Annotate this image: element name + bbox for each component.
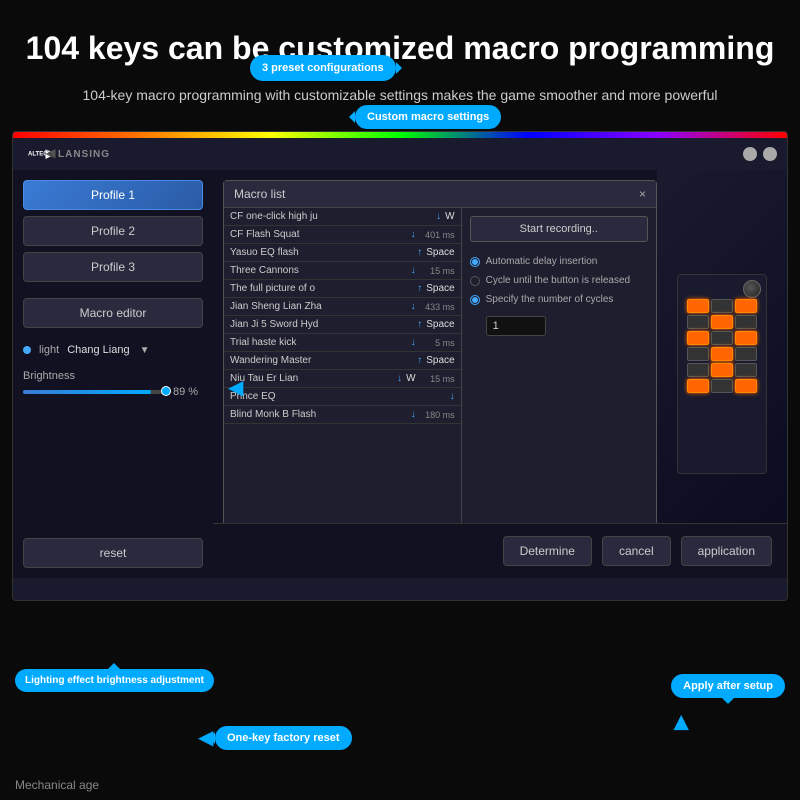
list-item[interactable]: Jian Sheng Lian Zha ↓ 433 ms (224, 298, 461, 316)
profile-3-button[interactable]: Profile 3 (23, 252, 203, 282)
light-section: light Chang Liang ▼ (23, 344, 203, 356)
sub-title: 104-key macro programming with customiza… (20, 85, 780, 106)
reset-annotation: One-key factory reset (215, 726, 352, 750)
key-cap (687, 347, 709, 361)
key-cap (687, 299, 709, 313)
radio-cycle[interactable]: Cycle until the button is released (470, 275, 648, 286)
macro-list-items[interactable]: CF one-click high ju ↓ W CF Flash Squat … (224, 208, 461, 546)
logo-text: LANSING (58, 149, 110, 160)
custom-annotation: Custom macro settings (355, 105, 501, 129)
list-item[interactable]: CF one-click high ju ↓ W (224, 208, 461, 226)
list-item[interactable]: Trial haste kick ↓ 5 ms (224, 334, 461, 352)
list-item[interactable]: CF Flash Squat ↓ 401 ms (224, 226, 461, 244)
profile-2-button[interactable]: Profile 2 (23, 216, 203, 246)
bottom-area: Determine cancel application (213, 523, 787, 578)
reset-arrow-icon: ◀ (198, 725, 213, 750)
window-content: Profile 1 Profile 2 Profile 3 Macro edit… (13, 170, 787, 578)
window-controls[interactable] (743, 147, 777, 161)
radio-automatic[interactable]: Automatic delay insertion (470, 256, 648, 267)
brightness-label: Brightness (23, 370, 203, 382)
radio-specify-circle (470, 295, 480, 305)
window-logo: ALTEC LANSING (23, 144, 110, 164)
dialog-close-button[interactable]: × (639, 187, 646, 201)
apply-annotation: Apply after setup (671, 674, 785, 698)
brightness-fill (23, 390, 151, 394)
key-cap (687, 315, 709, 329)
cancel-button[interactable]: cancel (602, 536, 671, 566)
start-recording-button[interactable]: Start recording.. (470, 216, 648, 242)
preset-annotation: 3 preset configurations (250, 55, 396, 81)
list-item[interactable]: Prince EQ ↓ (224, 388, 461, 406)
key-cap (711, 379, 733, 393)
brightness-row: 89 % (23, 386, 203, 398)
key-cap (711, 331, 733, 345)
svg-text:ALTEC: ALTEC (28, 152, 48, 158)
close-button[interactable] (763, 147, 777, 161)
list-item[interactable]: Three Cannons ↓ 15 ms (224, 262, 461, 280)
list-item[interactable]: Yasuo EQ flash ↑ Space (224, 244, 461, 262)
key-cap (711, 363, 733, 377)
radio-automatic-circle (470, 257, 480, 267)
key-cap (687, 379, 709, 393)
application-button[interactable]: application (681, 536, 772, 566)
key-cap (735, 379, 757, 393)
radio-cycle-label: Cycle until the button is released (486, 275, 631, 286)
footer-text: Mechanical age (15, 778, 99, 792)
preset-arrow-icon: ◀ (228, 375, 243, 400)
light-dropdown-icon[interactable]: ▼ (140, 345, 150, 356)
keyboard-area (657, 170, 787, 578)
radio-specify-label: Specify the number of cycles (486, 294, 614, 305)
list-item[interactable]: Wandering Master ↑ Space (224, 352, 461, 370)
brightness-value: 89 % (173, 386, 203, 398)
key-cap (711, 299, 733, 313)
key-cap (711, 315, 733, 329)
window-titlebar: ALTEC LANSING (13, 138, 787, 170)
keyboard-visual (677, 274, 767, 474)
key-cap (687, 331, 709, 345)
determine-button[interactable]: Determine (503, 536, 592, 566)
light-name: Chang Liang (67, 344, 129, 356)
key-cap (711, 347, 733, 361)
reset-button[interactable]: reset (23, 538, 203, 568)
list-item[interactable]: Niu Tau Er Lian ↓ W 15 ms (224, 370, 461, 388)
light-label: light (39, 344, 59, 356)
key-cap (735, 299, 757, 313)
key-cap (687, 363, 709, 377)
key-cap (735, 363, 757, 377)
list-item[interactable]: Blind Monk B Flash ↓ 180 ms (224, 406, 461, 424)
brightness-section: Brightness 89 % (23, 370, 203, 398)
dialog-body: CF one-click high ju ↓ W CF Flash Squat … (224, 208, 656, 567)
macro-settings-pane: Start recording.. Automatic delay insert… (462, 208, 656, 567)
profile-1-button[interactable]: Profile 1 (23, 180, 203, 210)
key-cap (735, 315, 757, 329)
light-dot (23, 346, 31, 354)
left-sidebar: Profile 1 Profile 2 Profile 3 Macro edit… (13, 170, 213, 578)
dialog-title: Macro list (234, 187, 285, 201)
top-section: 104 keys can be customized macro program… (0, 0, 800, 121)
macro-list-pane: CF one-click high ju ↓ W CF Flash Squat … (224, 208, 462, 567)
brightness-thumb (161, 386, 171, 396)
macro-editor-button[interactable]: Macro editor (23, 298, 203, 328)
radio-cycle-circle (470, 276, 480, 286)
macro-dialog: Macro list × CF one-click high ju ↓ W (223, 180, 657, 568)
list-item[interactable]: The full picture of o ↑ Space (224, 280, 461, 298)
key-cap (735, 347, 757, 361)
radio-automatic-label: Automatic delay insertion (486, 256, 598, 267)
software-window: ALTEC LANSING Profile 1 Profile 2 Profil… (12, 131, 788, 601)
keyboard-keys (683, 295, 761, 397)
lighting-annotation: Lighting effect brightness adjustment (15, 669, 214, 692)
radio-specify-inner (472, 297, 478, 303)
radio-automatic-inner (472, 259, 478, 265)
cycles-input[interactable] (486, 316, 546, 336)
list-item[interactable]: Jian Ji 5 Sword Hyd ↑ Space (224, 316, 461, 334)
dialog-header: Macro list × (224, 181, 656, 208)
main-area: Macro list × CF one-click high ju ↓ W (213, 170, 787, 578)
key-cap (735, 331, 757, 345)
minimize-button[interactable] (743, 147, 757, 161)
apply-arrow-icon: ◀ (670, 715, 695, 730)
radio-specify[interactable]: Specify the number of cycles (470, 294, 648, 305)
brightness-slider[interactable] (23, 390, 167, 394)
